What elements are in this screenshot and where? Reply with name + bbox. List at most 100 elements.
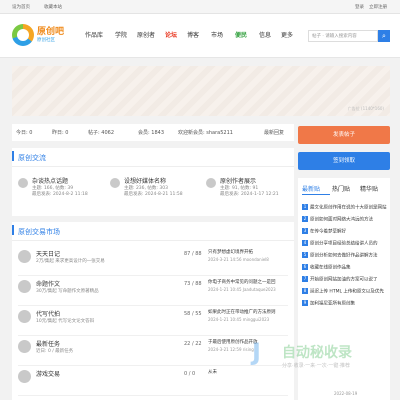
board-desc: 2万/集起 来求更高设计的一张交易 [36, 259, 105, 264]
board-title[interactable]: 最新任务 [36, 339, 60, 348]
table-row[interactable]: 代写代拍 10元/集起 代写论文论文答辩 58 / 55 如果此时正在带动推广的… [18, 306, 288, 336]
tab-hot[interactable]: 热门贴 [332, 184, 350, 193]
list-item-title: 开始原创网站加油的方案可以说了 [310, 277, 378, 283]
list-item[interactable]: 7 开始原创网站加油的方案可以说了 [302, 276, 388, 283]
board-title[interactable]: 代写代拍 [36, 309, 60, 318]
active-tab-indicator [302, 194, 330, 195]
forum-last-post: 最后发表: 2024-8-2 11:18 [32, 192, 88, 197]
rank-badge: 4 [302, 240, 308, 246]
list-item-title: 原创分享项目经验总结给讲人员的 [310, 241, 378, 247]
logo-mark-icon [12, 24, 34, 46]
board-count: 22 / 22 [184, 341, 202, 347]
rank-badge: 2 [302, 216, 308, 222]
section-divider [12, 240, 294, 241]
board-desc: 30万/集起 写命题作文原著精品 [36, 289, 99, 294]
board-last-date: 2024-1-21 10:45 Jaadutaque2023 [208, 287, 276, 292]
list-item[interactable]: 9 加利福尼亚所有原创集 [302, 300, 388, 307]
nav-item-market[interactable]: 市场 [211, 30, 223, 39]
forum-title[interactable]: 杂谈热点话题 [32, 176, 68, 185]
board-count: 58 / 55 [184, 311, 202, 317]
register-link[interactable]: 立即注册 [369, 4, 387, 10]
rank-badge: 8 [302, 288, 308, 294]
list-item[interactable]: 2 原创如何面对网络大鸿远的方法 [302, 216, 388, 223]
forum-icon [110, 178, 120, 188]
board-count: 73 / 88 [184, 281, 202, 287]
board-title[interactable]: 天天日记 [36, 249, 60, 258]
site-logo[interactable]: 原创吧 原创社区 [12, 24, 74, 48]
list-item[interactable]: 6 收藏在线原创作品集 [302, 264, 388, 271]
watermark-overlay: J 自动秘收录 分享·收录·一来·一次·一键·推荐 [252, 338, 392, 378]
section-title[interactable]: 原创交流 [18, 153, 46, 163]
list-item-title: 加利福尼亚所有原创集 [310, 301, 355, 307]
board-last-post[interactable]: 如果此时正在带动推广的方法原则 [208, 309, 288, 315]
watermark-text: 自动秘收录 [282, 345, 352, 361]
rank-badge: 9 [302, 300, 308, 306]
banner-ad[interactable]: 广告位 (1140*160) [12, 66, 390, 116]
table-row[interactable]: 最新任务 近日: 0 / 最新任务 22 / 22 于最后使用原创作品开放 20… [18, 336, 288, 366]
stat-posts: 帖子: 4062 [88, 130, 114, 136]
list-item[interactable]: 4 原创分享项目经验总结给讲人员的 [302, 240, 388, 247]
logo-subtext: 原创社区 [37, 38, 55, 43]
rank-badge: 7 [302, 276, 308, 282]
list-item[interactable]: 3 在传今着梦草解好 [302, 228, 388, 235]
board-title[interactable]: 命题作文 [36, 279, 60, 288]
list-item-title: 收藏在线原创作品集 [310, 265, 351, 271]
publish-post-button[interactable]: 发表帖子 [298, 126, 390, 144]
tab-featured[interactable]: 精华贴 [360, 184, 378, 193]
banner-caption: 广告位 (1140*160) [347, 106, 384, 111]
nav-item-forum[interactable]: 论坛 [165, 30, 177, 39]
stat-members: 会员: 1843 [138, 130, 164, 136]
site-header: 原创吧 原创社区 作品库 学院 原创者 论坛 博客 市场 便民 信息 更多 帖子… [0, 14, 400, 58]
board-icon [18, 370, 31, 383]
rank-badge: 5 [302, 252, 308, 258]
login-link[interactable]: 登录 [355, 4, 364, 10]
list-item-title: 在传今着梦草解好 [310, 229, 346, 235]
board-last-date: 2024-1-21 10:45 minggui2023 [208, 317, 270, 322]
nav-item-creators[interactable]: 原创者 [137, 30, 155, 39]
board-icon [18, 340, 31, 353]
rank-badge: 1 [302, 204, 308, 210]
list-item-title: 原创如何面对网络大鸿远的方法 [310, 217, 373, 223]
tab-latest[interactable]: 最新贴 [302, 184, 320, 193]
nav-item-more[interactable]: 更多 [281, 30, 293, 39]
nav-item-blog[interactable]: 博客 [187, 30, 199, 39]
forum-title[interactable]: 设想好媒体名称 [124, 176, 166, 185]
set-homepage-link[interactable]: 设为首页 [12, 4, 30, 10]
board-last-post[interactable]: 只有梦想虚幻境界开拓 [208, 249, 288, 255]
list-item-title: 延迟上传 HTML 上传和原文以及优先 [310, 289, 384, 295]
search-input[interactable]: 帖子 · 请输入搜索内容 [308, 30, 378, 42]
stat-new-member[interactable]: 欢迎新会员: shara5211 [178, 129, 233, 136]
board-count: 0 / 0 [184, 371, 196, 377]
check-in-button[interactable]: 签到领取 [298, 152, 390, 170]
stat-today: 今日: 0 [16, 130, 33, 136]
forum-section-exchange: 原创交流 杂谈热点话题 主题: 166, 帖数: 39 最后发表: 2024-8… [12, 148, 294, 216]
list-item[interactable]: 1 最文化原创作用在说的十大原创是网站 [302, 204, 388, 211]
board-title[interactable]: 游戏交易 [36, 369, 60, 378]
list-item-title: 原创分析如何去做好作品讲解方法 [310, 253, 378, 259]
nav-item-works[interactable]: 作品库 [85, 30, 103, 39]
nav-item-convenience[interactable]: 便民 [235, 30, 247, 39]
table-row[interactable]: 命题作文 30万/集起 写命题作文原著精品 73 / 88 你电子商务中常见的问… [18, 276, 288, 306]
forum-icon [18, 178, 28, 188]
forum-title[interactable]: 原创作者展示 [220, 176, 256, 185]
nav-item-info[interactable]: 信息 [259, 30, 271, 39]
board-last-post[interactable]: 你电子商务中常见的问题之一是回 [208, 279, 288, 285]
bookmark-link[interactable]: 收藏本站 [44, 4, 62, 10]
search-button[interactable]: ⌕ [378, 30, 390, 42]
watermark-subtext: 分享·收录·一来·一次·一键·推荐 [282, 363, 350, 369]
board-icon [18, 250, 31, 263]
latest-replies-link[interactable]: 最新回复 [264, 129, 284, 136]
section-divider [12, 166, 294, 167]
nav-item-academy[interactable]: 学院 [115, 30, 127, 39]
logo-text: 原创吧 [37, 27, 65, 37]
board-desc: 近日: 0 / 最新任务 [36, 349, 74, 354]
search-icon: ⌕ [382, 32, 386, 40]
list-item[interactable]: 5 原创分析如何去做好作品讲解方法 [302, 252, 388, 259]
forum-last-post: 最后发表: 2024-8-21 11:58 [124, 192, 183, 197]
forum-stats-bar: 今日: 0 昨日: 0 帖子: 4062 会员: 1843 欢迎新会员: sha… [12, 124, 294, 141]
section-title[interactable]: 原创交易市场 [18, 227, 60, 237]
list-item[interactable]: 8 延迟上传 HTML 上传和原文以及优先 [302, 288, 388, 295]
watermark-logo-icon: J [252, 338, 261, 366]
table-row[interactable]: 天天日记 2万/集起 来求更高设计的一张交易 87 / 88 只有梦想虚幻境界开… [18, 246, 288, 276]
table-row[interactable]: 游戏交易 0 / 0 从未 [18, 366, 288, 396]
